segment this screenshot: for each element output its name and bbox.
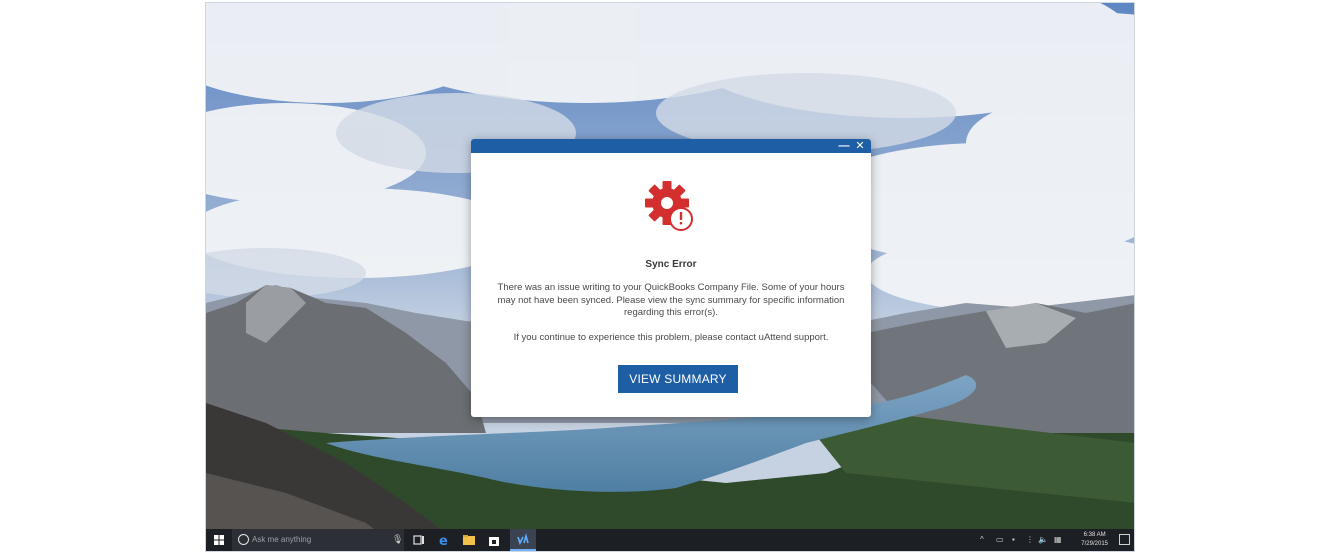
search-placeholder: Ask me anything	[252, 535, 312, 544]
gear-error-icon	[645, 181, 693, 231]
battery-icon[interactable]: ▭	[996, 535, 1004, 544]
volume-icon[interactable]: 🔈	[1038, 535, 1048, 544]
network-icon[interactable]: ⋮	[1026, 535, 1034, 544]
dialog-message: There was an issue writing to your Quick…	[497, 282, 845, 318]
file-explorer-icon[interactable]	[461, 532, 477, 548]
windows-start-icon[interactable]	[206, 529, 232, 551]
clock-date: 7/29/2015	[1081, 541, 1108, 547]
dialog-support-message: If you continue to experience this probl…	[513, 332, 829, 343]
view-summary-button[interactable]: VIEW SUMMARY	[618, 365, 738, 393]
close-button[interactable]: ✕	[853, 139, 867, 153]
taskbar: Ask me anything 🎙 e ^ ▭ ▪ ⋮ 🔈 ▦ 6:38 AM …	[206, 529, 1134, 551]
edge-icon[interactable]: e	[436, 532, 452, 548]
keyboard-icon[interactable]: ▦	[1054, 535, 1062, 544]
action-icon[interactable]: ▪	[1012, 535, 1015, 544]
svg-text:e: e	[439, 534, 448, 548]
uattend-icon	[517, 533, 529, 546]
minimize-button[interactable]: —	[837, 139, 851, 153]
sync-error-dialog: — ✕ Sync Error There was an issue writin…	[471, 139, 871, 417]
dialog-titlebar: — ✕	[471, 139, 871, 153]
uattend-taskbar-button[interactable]	[510, 529, 536, 551]
cortana-icon	[238, 534, 249, 545]
store-icon[interactable]	[486, 532, 502, 548]
cortana-search-box[interactable]: Ask me anything 🎙	[232, 529, 404, 551]
taskbar-clock[interactable]: 6:38 AM 7/29/2015	[1081, 531, 1108, 549]
clock-time: 6:38 AM	[1083, 532, 1106, 538]
chevron-up-icon[interactable]: ^	[980, 535, 984, 544]
notifications-icon[interactable]	[1119, 534, 1130, 545]
task-view-icon[interactable]	[411, 532, 427, 548]
dialog-title: Sync Error	[645, 259, 697, 270]
microphone-icon[interactable]: 🎙	[392, 534, 403, 545]
desktop: — ✕ Sync Error There was an issue writin…	[205, 2, 1135, 552]
